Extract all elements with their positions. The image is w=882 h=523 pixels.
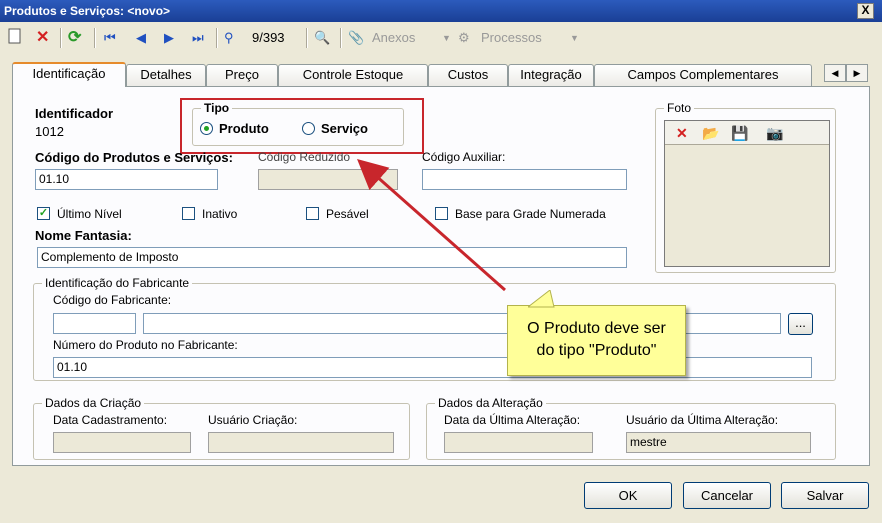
callout-note: O Produto deve ser do tipo "Produto" <box>507 305 686 376</box>
tab-identificacao[interactable]: Identificação <box>12 62 126 87</box>
callout-line-1: O Produto deve ser <box>527 320 666 337</box>
annotation-arrow <box>357 159 506 292</box>
callout-pointer <box>528 290 555 308</box>
callout-line-2: do tipo "Produto" <box>536 342 657 359</box>
